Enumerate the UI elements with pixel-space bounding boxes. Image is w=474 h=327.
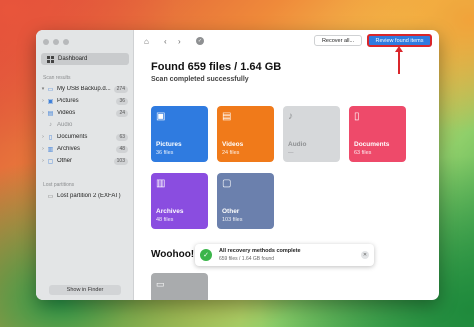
audio-icon: ♪ [288, 111, 293, 122]
tile-count: 48 files [156, 217, 174, 223]
tile-label: Other [222, 208, 240, 215]
page-title: Found 659 files / 1.64 GB [151, 61, 282, 73]
sidebar-item-label: Pictures [57, 98, 79, 104]
drive-icon: ▭ [156, 279, 165, 289]
videos-icon: ▤ [47, 110, 54, 117]
tile-count: 103 files [222, 217, 243, 223]
sidebar-item-label: Audio [57, 122, 73, 128]
other-icon: ▢ [47, 158, 54, 165]
toast-title: All recovery methods complete [219, 248, 301, 254]
annotation-arrow-head [395, 46, 403, 52]
window-controls [43, 39, 69, 45]
main-content: ⌂ ‹ › ✓ Recover all... Review found item… [134, 30, 439, 300]
count-badge: 48 [116, 145, 128, 153]
sidebar-item-other[interactable]: › ▢ Other 103 [40, 156, 130, 166]
dashboard-icon [47, 55, 54, 63]
videos-icon: ▤ [222, 111, 232, 122]
sidebar-item-usb-backup[interactable]: ▾ ▭ My USB Backup.d... 274 [40, 84, 130, 94]
count-badge: 274 [113, 85, 128, 93]
sidebar-item-label: Lost partition 2 (EXFAT) [57, 193, 121, 199]
pictures-icon: ▣ [156, 111, 166, 122]
count-badge: 36 [116, 97, 128, 105]
tile-other[interactable]: ▢ Other 103 files [217, 173, 274, 229]
sidebar-item-label: Videos [57, 110, 76, 116]
tile-count: — [288, 150, 294, 156]
tile-count: 36 files [156, 150, 174, 156]
sidebar-item-label: Archives [57, 146, 81, 152]
tile-label: Archives [156, 208, 184, 215]
app-window: Dashboard Scan results ▾ ▭ My USB Backup… [36, 30, 439, 300]
sidebar-item-label: Dashboard [58, 56, 88, 62]
woohoo-heading: Woohoo! [151, 249, 195, 260]
sidebar-item-lost-partition[interactable]: ▭ Lost partition 2 (EXFAT) [40, 191, 130, 201]
show-in-finder-button[interactable]: Show in Finder [49, 285, 121, 295]
checkmark-icon[interactable]: ✓ [196, 37, 204, 45]
tile-audio[interactable]: ♪ Audio — [283, 106, 340, 162]
success-check-icon: ✓ [200, 249, 212, 261]
toast-subtitle: 659 files / 1.64 GB found [219, 256, 275, 262]
home-icon[interactable]: ⌂ [144, 37, 149, 46]
tile-label: Audio [288, 141, 307, 148]
documents-icon: ▯ [354, 111, 360, 122]
sidebar-item-dashboard[interactable]: Dashboard [41, 53, 129, 65]
sidebar-item-archives[interactable]: › ▥ Archives 48 [40, 144, 130, 154]
sidebar-item-audio[interactable]: ♪ Audio [40, 120, 130, 130]
pictures-icon: ▣ [47, 98, 54, 105]
count-badge: 103 [113, 157, 128, 165]
count-badge: 24 [116, 109, 128, 117]
tile-videos[interactable]: ▤ Videos 24 files [217, 106, 274, 162]
tile-count: 63 files [354, 150, 372, 156]
archives-icon: ▥ [47, 146, 54, 153]
audio-icon: ♪ [49, 122, 52, 128]
lost-partitions-heading: Lost partitions [43, 182, 75, 188]
documents-icon: ▯ [48, 134, 53, 141]
sidebar-item-label: Other [57, 158, 73, 164]
page-subtitle: Scan completed successfully [151, 76, 249, 83]
drive-icon: ▭ [47, 86, 54, 93]
sidebar-item-documents[interactable]: › ▯ Documents 63 [40, 132, 130, 142]
scan-results-heading: Scan results [43, 75, 71, 81]
tile-archives[interactable]: ▥ Archives 48 files [151, 173, 208, 229]
recover-all-button[interactable]: Recover all... [314, 35, 362, 46]
sidebar-item-label: Documents [57, 134, 88, 140]
back-icon[interactable]: ‹ [164, 37, 167, 46]
sidebar-item-videos[interactable]: › ▤ Videos 24 [40, 108, 130, 118]
sidebar-item-label: My USB Backup.d... [57, 86, 111, 92]
tile-documents[interactable]: ▯ Documents 63 files [349, 106, 406, 162]
close-window-button[interactable] [43, 39, 49, 45]
tile-lost-partition[interactable]: ▭ [151, 273, 208, 300]
count-badge: 63 [116, 133, 128, 141]
other-icon: ▢ [222, 178, 232, 189]
close-icon[interactable]: ✕ [361, 251, 369, 259]
zoom-window-button[interactable] [63, 39, 69, 45]
sidebar-item-pictures[interactable]: › ▣ Pictures 36 [40, 96, 130, 106]
tile-label: Documents [354, 141, 390, 148]
archives-icon: ▥ [156, 178, 166, 189]
tile-label: Pictures [156, 141, 182, 148]
tile-count: 24 files [222, 150, 240, 156]
sidebar: Dashboard Scan results ▾ ▭ My USB Backup… [36, 30, 134, 300]
forward-icon[interactable]: › [178, 37, 181, 46]
tile-label: Videos [222, 141, 244, 148]
toolbar: ⌂ ‹ › ✓ Recover all... Review found item… [134, 30, 439, 52]
tile-pictures[interactable]: ▣ Pictures 36 files [151, 106, 208, 162]
completion-toast: ✓ All recovery methods complete 659 file… [195, 244, 374, 266]
drive-icon: ▭ [47, 193, 54, 200]
minimize-window-button[interactable] [53, 39, 59, 45]
